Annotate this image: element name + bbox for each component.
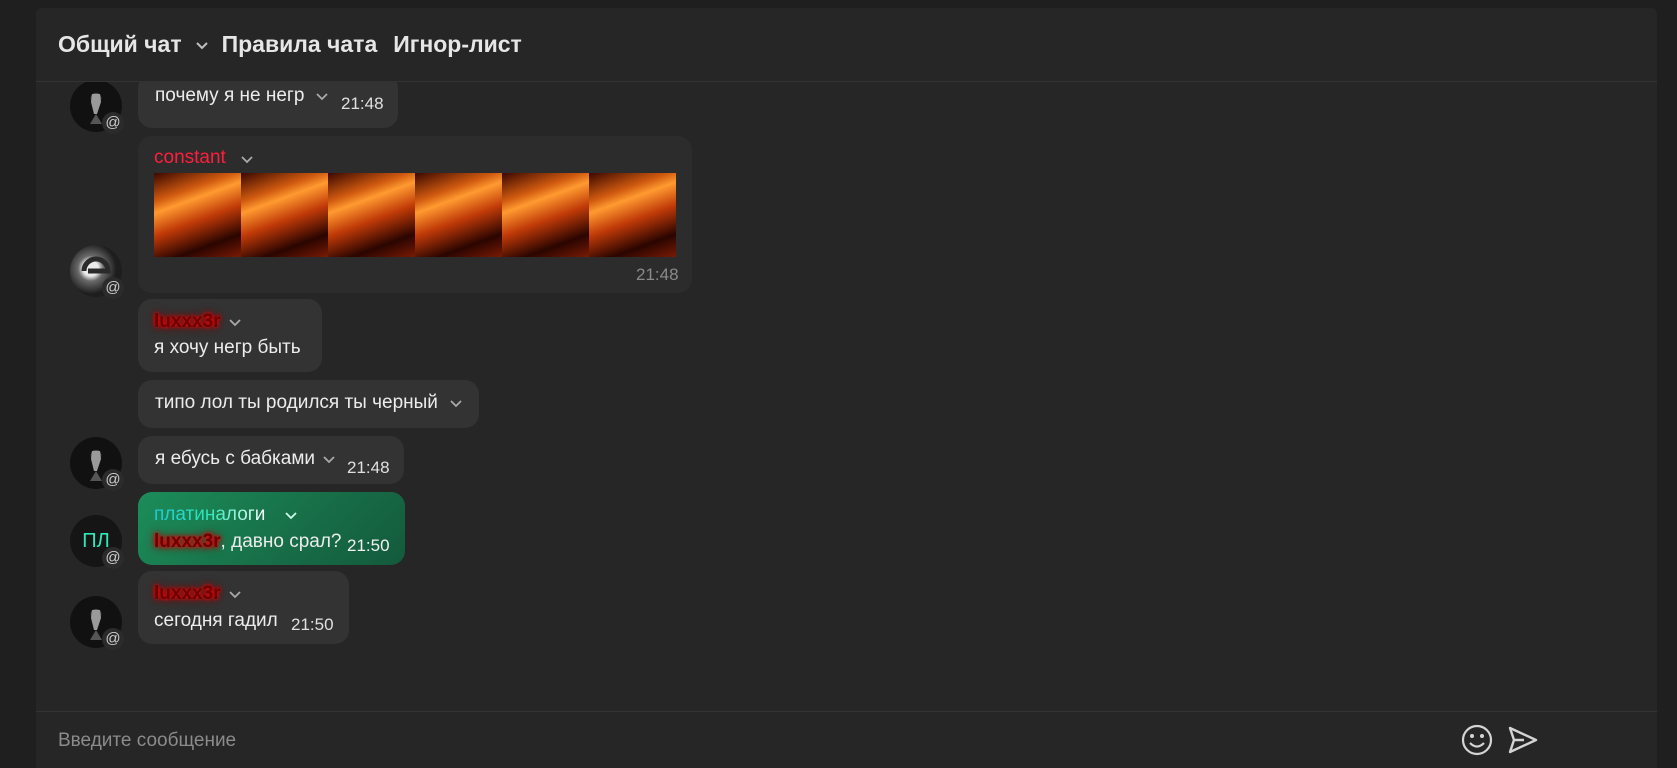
message-bubble-highlighted[interactable]: платиналоги luxxx3r, давно срал? 21:50 bbox=[138, 492, 405, 565]
mention-link[interactable]: luxxx3r bbox=[154, 531, 221, 552]
message-bubble[interactable]: я ебусь с бабками 21:48 bbox=[138, 436, 404, 484]
message-bubble[interactable]: luxxx3r сегодня гадил 21:50 bbox=[138, 571, 349, 644]
message-bubble[interactable]: constant 21:48 bbox=[138, 136, 692, 293]
mention-icon: @ bbox=[102, 112, 124, 134]
message-text: я хочу негр быть bbox=[154, 337, 301, 358]
message-text: сегодня гадил bbox=[154, 610, 278, 631]
message-text: я ебусь с бабками bbox=[155, 448, 315, 469]
message-time: 21:48 bbox=[341, 94, 384, 113]
composer bbox=[36, 711, 1657, 768]
chevron-down-icon[interactable] bbox=[284, 508, 298, 522]
message-time: 21:48 bbox=[636, 265, 679, 284]
avatar[interactable]: ПЛ @ bbox=[70, 515, 124, 569]
message-time: 21:50 bbox=[347, 536, 390, 555]
gif-strip-image[interactable] bbox=[154, 173, 676, 257]
message-author[interactable]: constant bbox=[154, 147, 226, 169]
mention-icon: @ bbox=[102, 547, 124, 569]
mention-icon: @ bbox=[102, 628, 124, 650]
chevron-down-icon[interactable] bbox=[240, 152, 254, 166]
chevron-down-icon[interactable] bbox=[322, 452, 336, 466]
chevron-down-icon[interactable] bbox=[228, 315, 242, 329]
message-time: 21:50 bbox=[291, 615, 334, 634]
message-text: типо лол ты родился ты черный bbox=[155, 392, 438, 413]
chat-panel: Общий чат Правила чата Игнор-лист @ поче… bbox=[36, 8, 1657, 768]
message-bubble[interactable]: почему я не негр 21:48 bbox=[138, 82, 398, 128]
mention-icon: @ bbox=[102, 277, 124, 299]
chevron-down-icon[interactable] bbox=[449, 396, 463, 410]
message-bubble[interactable]: luxxx3r я хочу негр быть bbox=[138, 299, 322, 372]
tab-general-chat[interactable]: Общий чат bbox=[58, 31, 210, 58]
message-author[interactable]: платиналоги bbox=[154, 504, 265, 526]
avatar[interactable]: @ bbox=[70, 245, 124, 299]
message-text: почему я не негр bbox=[155, 85, 305, 106]
mention-icon: @ bbox=[102, 469, 124, 491]
message-input[interactable] bbox=[56, 722, 1440, 760]
chevron-down-icon[interactable] bbox=[228, 587, 242, 601]
message-text: luxxx3r, давно срал? bbox=[154, 531, 341, 553]
tab-label: Игнор-лист bbox=[393, 31, 522, 57]
message-time: 21:48 bbox=[347, 458, 390, 477]
tab-label: Правила чата bbox=[221, 31, 378, 57]
tab-chat-rules[interactable]: Правила чата bbox=[222, 31, 378, 58]
chevron-down-icon[interactable] bbox=[194, 37, 210, 53]
chat-header: Общий чат Правила чата Игнор-лист bbox=[36, 8, 1657, 82]
tab-ignore-list[interactable]: Игнор-лист bbox=[393, 31, 522, 58]
emoji-icon[interactable] bbox=[1460, 723, 1494, 757]
avatar[interactable]: @ bbox=[70, 82, 124, 134]
message-list[interactable]: @ почему я не негр 21:48 @ constant 21:4… bbox=[36, 82, 1657, 718]
message-author[interactable]: luxxx3r bbox=[154, 583, 221, 605]
tab-label: Общий чат bbox=[58, 31, 182, 57]
avatar[interactable]: @ bbox=[70, 437, 124, 491]
message-text-body: , давно срал? bbox=[220, 531, 342, 552]
chevron-down-icon[interactable] bbox=[315, 89, 329, 103]
avatar[interactable]: @ bbox=[70, 596, 124, 650]
message-bubble[interactable]: типо лол ты родился ты черный bbox=[138, 380, 479, 428]
message-author[interactable]: luxxx3r bbox=[154, 311, 221, 333]
send-icon[interactable] bbox=[1508, 725, 1538, 755]
